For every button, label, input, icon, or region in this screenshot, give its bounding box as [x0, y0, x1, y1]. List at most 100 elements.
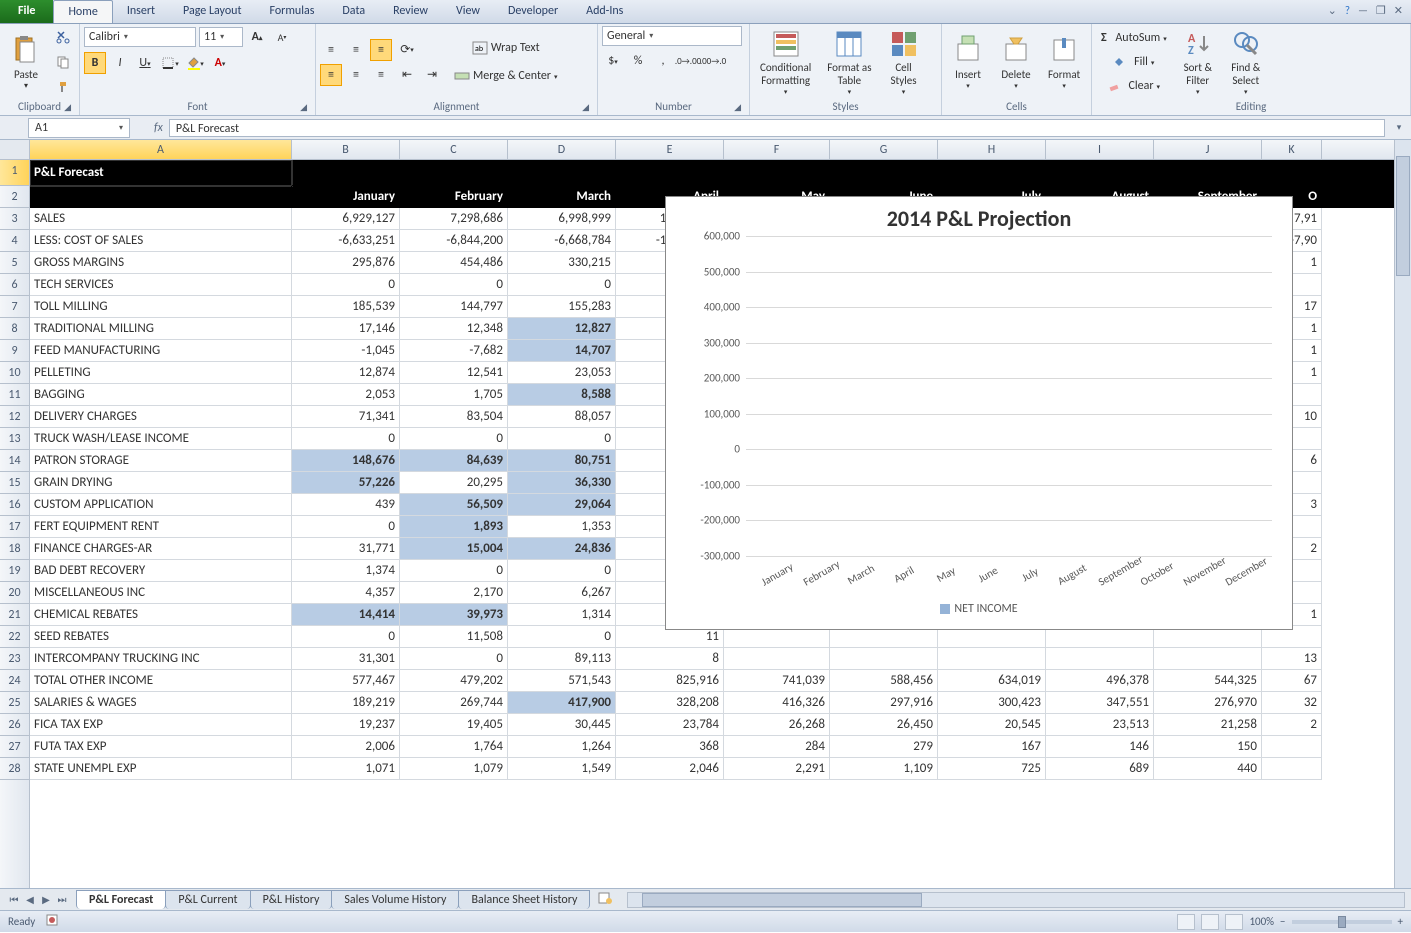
cell-A20[interactable]: MISCELLANEOUS INC [30, 582, 292, 604]
column-header-F[interactable]: F [724, 140, 830, 159]
cell-B20[interactable]: 4,357 [292, 582, 400, 604]
cell-A17[interactable]: FERT EQUIPMENT RENT [30, 516, 292, 538]
cell-B22[interactable]: 0 [292, 626, 400, 648]
font-name-combo[interactable]: Calibri▾ [84, 27, 196, 47]
cell-G27[interactable]: 279 [830, 736, 938, 758]
zoom-out-button[interactable]: − [1280, 915, 1285, 928]
cell-A28[interactable]: STATE UNEMPL EXP [30, 758, 292, 780]
row-header-9[interactable]: 9 [0, 340, 29, 362]
cell-B3[interactable]: 6,929,127 [292, 208, 400, 230]
tab-file[interactable]: File [0, 0, 53, 23]
cell-D15[interactable]: 36,330 [508, 472, 616, 494]
clipboard-dialog-launcher[interactable]: ◢ [64, 102, 71, 113]
sheet-tab-4[interactable]: Balance Sheet History [458, 890, 590, 909]
row-header-2[interactable]: 2 [0, 186, 29, 208]
align-middle-button[interactable]: ≡ [345, 39, 367, 61]
cell-K28[interactable] [1262, 758, 1322, 780]
page-break-view-button[interactable] [1225, 914, 1243, 930]
cell-A8[interactable]: TRADITIONAL MILLING [30, 318, 292, 340]
cell-B23[interactable]: 31,301 [292, 648, 400, 670]
cell-J28[interactable]: 440 [1154, 758, 1262, 780]
row-header-27[interactable]: 27 [0, 736, 29, 758]
cell-D3[interactable]: 6,998,999 [508, 208, 616, 230]
cell-B6[interactable]: 0 [292, 274, 400, 296]
column-header-E[interactable]: E [616, 140, 724, 159]
cell-D5[interactable]: 330,215 [508, 252, 616, 274]
merge-center-button[interactable]: Merge & Center▾ [447, 65, 565, 87]
row-header-17[interactable]: 17 [0, 516, 29, 538]
cell-C27[interactable]: 1,764 [400, 736, 508, 758]
cell-D18[interactable]: 24,836 [508, 538, 616, 560]
window-minimize-icon[interactable]: — [1358, 4, 1368, 19]
cell-B27[interactable]: 2,006 [292, 736, 400, 758]
tab-insert[interactable]: Insert [113, 0, 169, 23]
cell-D16[interactable]: 29,064 [508, 494, 616, 516]
cell-B7[interactable]: 185,539 [292, 296, 400, 318]
tab-page-layout[interactable]: Page Layout [169, 0, 255, 23]
tab-first-icon[interactable]: ⏮ [6, 893, 22, 906]
number-dialog-launcher[interactable]: ◢ [734, 102, 741, 113]
cell-B16[interactable]: 439 [292, 494, 400, 516]
cell-A1[interactable]: P&L Forecast [30, 160, 292, 186]
cell-D6[interactable]: 0 [508, 274, 616, 296]
cell-C16[interactable]: 56,509 [400, 494, 508, 516]
italic-button[interactable]: I [109, 52, 131, 74]
cell-D23[interactable]: 89,113 [508, 648, 616, 670]
cell-A9[interactable]: FEED MANUFACTURING [30, 340, 292, 362]
row-header-23[interactable]: 23 [0, 648, 29, 670]
row-header-14[interactable]: 14 [0, 450, 29, 472]
normal-view-button[interactable] [1177, 914, 1195, 930]
format-cells-button[interactable]: Format▾ [1042, 32, 1086, 92]
cell-H27[interactable]: 167 [938, 736, 1046, 758]
cell-B19[interactable]: 1,374 [292, 560, 400, 582]
cell-F24[interactable]: 741,039 [724, 670, 830, 692]
vertical-scrollbar[interactable] [1394, 140, 1411, 888]
cell-D8[interactable]: 12,827 [508, 318, 616, 340]
cell-A3[interactable]: SALES [30, 208, 292, 230]
cell-B1[interactable] [292, 160, 400, 186]
cell-A12[interactable]: DELIVERY CHARGES [30, 406, 292, 428]
cell-A26[interactable]: FICA TAX EXP [30, 714, 292, 736]
row-header-11[interactable]: 11 [0, 384, 29, 406]
row-header-7[interactable]: 7 [0, 296, 29, 318]
align-bottom-button[interactable]: ≡ [370, 39, 392, 61]
find-select-button[interactable]: Find & Select▾ [1224, 26, 1268, 97]
zoom-in-button[interactable]: + [1398, 915, 1403, 928]
cell-D21[interactable]: 1,314 [508, 604, 616, 626]
align-left-button[interactable]: ≡ [320, 64, 342, 86]
cell-E28[interactable]: 2,046 [616, 758, 724, 780]
cell-J25[interactable]: 276,970 [1154, 692, 1262, 714]
cell-H23[interactable] [938, 648, 1046, 670]
cell-H26[interactable]: 20,545 [938, 714, 1046, 736]
cell-K23[interactable]: 13 [1262, 648, 1322, 670]
sheet-tab-2[interactable]: P&L History [250, 890, 333, 909]
cell-F25[interactable]: 416,326 [724, 692, 830, 714]
cell-D11[interactable]: 8,588 [508, 384, 616, 406]
conditional-formatting-button[interactable]: Conditional Formatting▾ [754, 26, 817, 97]
cell-B14[interactable]: 148,676 [292, 450, 400, 472]
row-header-19[interactable]: 19 [0, 560, 29, 582]
select-all-button[interactable] [0, 140, 30, 160]
column-header-B[interactable]: B [292, 140, 400, 159]
column-header-H[interactable]: H [938, 140, 1046, 159]
cell-D27[interactable]: 1,264 [508, 736, 616, 758]
cell-B9[interactable]: -1,045 [292, 340, 400, 362]
tab-home[interactable]: Home [53, 0, 112, 23]
cell-C19[interactable]: 0 [400, 560, 508, 582]
name-box[interactable]: A1▾ [28, 118, 130, 138]
column-header-C[interactable]: C [400, 140, 508, 159]
comma-button[interactable]: , [652, 50, 674, 72]
cell-B24[interactable]: 577,467 [292, 670, 400, 692]
cell-I26[interactable]: 23,513 [1046, 714, 1154, 736]
cell-I1[interactable] [1046, 160, 1154, 186]
cell-C15[interactable]: 20,295 [400, 472, 508, 494]
cell-F28[interactable]: 2,291 [724, 758, 830, 780]
paste-button[interactable]: Paste ▾ [4, 32, 48, 93]
increase-decimal-button[interactable]: .0→.00 [677, 50, 699, 72]
tab-developer[interactable]: Developer [494, 0, 572, 23]
cell-B26[interactable]: 19,237 [292, 714, 400, 736]
row-header-8[interactable]: 8 [0, 318, 29, 340]
font-dialog-launcher[interactable]: ◢ [300, 102, 307, 113]
cell-B17[interactable]: 0 [292, 516, 400, 538]
cell-J24[interactable]: 544,325 [1154, 670, 1262, 692]
